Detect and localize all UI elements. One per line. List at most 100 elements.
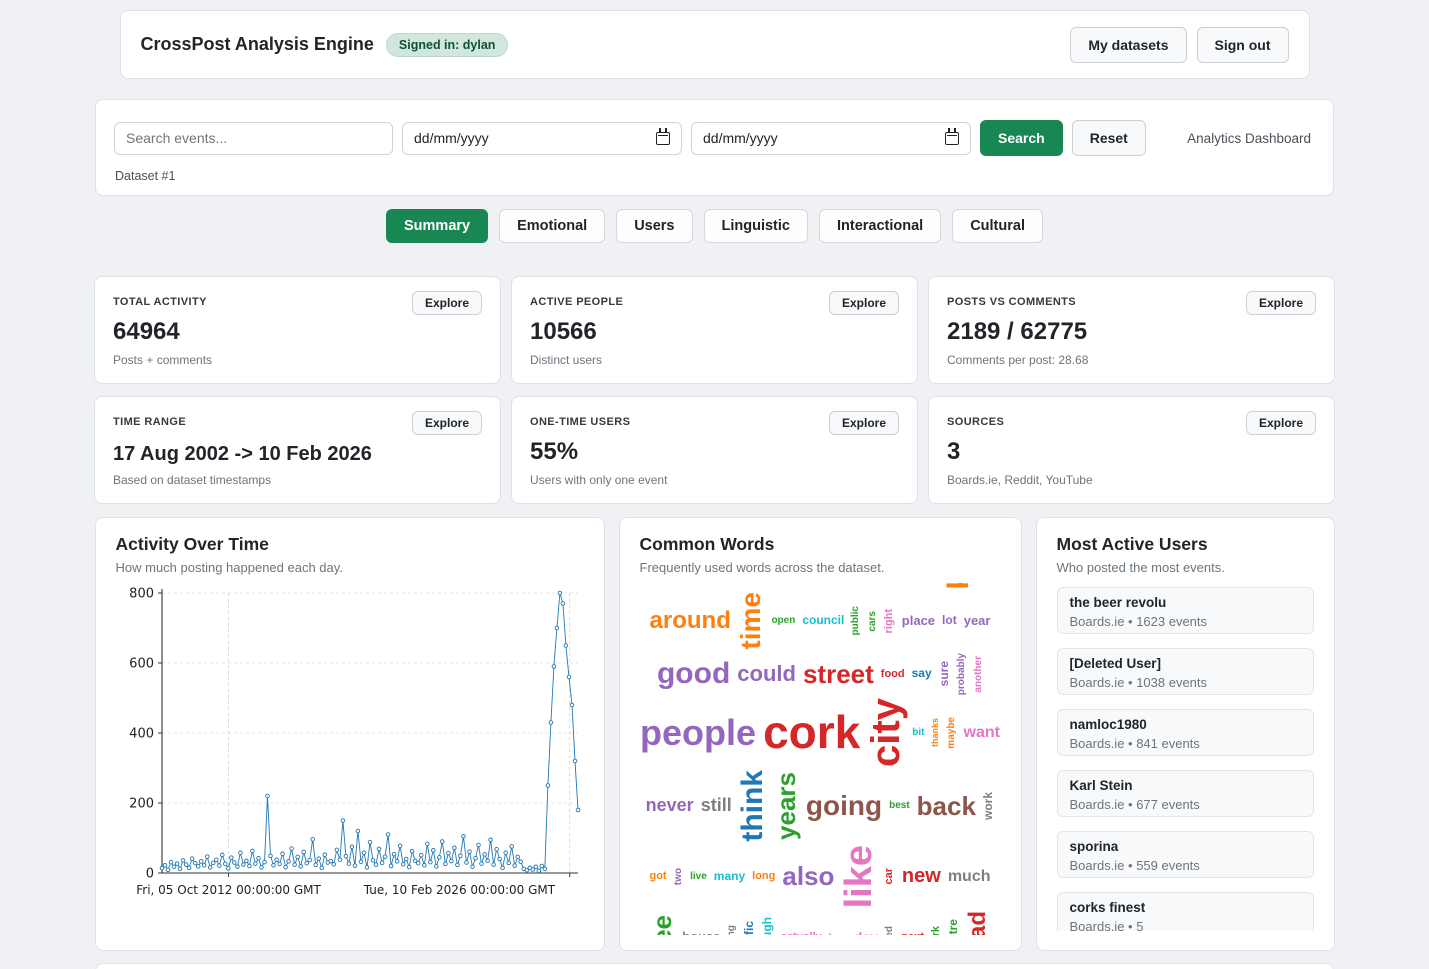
cloud-word: car	[884, 868, 894, 885]
calendar-icon[interactable]	[945, 132, 959, 145]
tab-summary[interactable]: Summary	[386, 209, 488, 243]
cloud-word: want	[964, 725, 1000, 740]
stat-subtitle: Based on dataset timestamps	[113, 473, 482, 487]
user-list-item[interactable]: the beer revoluBoards.ie • 1623 events	[1057, 587, 1314, 634]
tab-users[interactable]: Users	[616, 209, 692, 243]
date-from-input[interactable]: dd/mm/yyyy	[402, 122, 682, 155]
explore-button[interactable]: Explore	[412, 291, 482, 315]
stat-value: 64964	[113, 318, 482, 346]
stat-card-sources: SOURCESExplore3Boards.ie, Reddit, YouTub…	[928, 396, 1335, 504]
explore-button[interactable]: Explore	[1246, 411, 1316, 435]
cloud-word: many	[714, 871, 745, 882]
svg-text:800: 800	[129, 587, 154, 602]
user-name: sporina	[1070, 839, 1301, 855]
filter-row: dd/mm/yyyy dd/mm/yyyy Search Reset Analy…	[114, 120, 1315, 156]
tab-cultural[interactable]: Cultural	[952, 209, 1043, 243]
cloud-word: city	[867, 698, 905, 767]
user-meta: Boards.ie • 1038 events	[1070, 675, 1301, 690]
user-name: [Deleted User]	[1070, 656, 1301, 672]
sign-out-button[interactable]: Sign out	[1197, 27, 1289, 63]
cloud-word: live	[690, 872, 707, 882]
app-header-left: CrossPost Analysis Engine Signed in: dyl…	[141, 33, 509, 57]
word-cloud: somethingtimesgettingdublintakealwaysbig…	[640, 583, 1001, 935]
stat-card-total-activity: TOTAL ACTIVITYExplore64964Posts + commen…	[94, 276, 501, 384]
cloud-word: cars	[868, 611, 878, 632]
cloud-word: still	[701, 797, 732, 814]
activity-line-chart: 0200400600800Fri, 05 Oct 2012 00:00:00 G…	[116, 581, 586, 913]
my-datasets-button[interactable]: My datasets	[1070, 27, 1186, 63]
tab-linguistic[interactable]: Linguistic	[704, 209, 808, 243]
tab-bar: Summary Emotional Users Linguistic Interacti…	[0, 209, 1429, 243]
words-panel-subtitle: Frequently used words across the dataset…	[640, 560, 1001, 575]
cloud-word: year	[964, 615, 991, 627]
stat-label: TIME RANGE	[113, 411, 186, 428]
most-active-users-panel: Most Active Users Who posted the most ev…	[1036, 517, 1335, 951]
user-list-item[interactable]: namloc1980Boards.ie • 841 events	[1057, 709, 1314, 756]
analytics-dashboard-label: Analytics Dashboard	[1187, 131, 1315, 146]
svg-text:Fri, 05 Oct 2012 00:00:00 GMT: Fri, 05 Oct 2012 00:00:00 GMT	[136, 883, 321, 897]
cloud-word: day	[854, 931, 878, 935]
cloud-word: sure	[939, 661, 950, 686]
search-input[interactable]	[114, 122, 393, 155]
stat-value: 17 Aug 2002 -> 10 Feb 2026	[113, 443, 482, 466]
cloud-word: another	[974, 656, 984, 693]
cloud-word: place	[902, 615, 935, 627]
cloud-word: council	[802, 615, 844, 626]
cloud-word: thanks	[931, 718, 940, 747]
user-name: the beer revolu	[1070, 595, 1301, 611]
user-meta: Boards.ie • 5	[1070, 919, 1301, 931]
user-meta: Boards.ie • 559 events	[1070, 858, 1301, 873]
cloud-word: right	[884, 609, 894, 633]
date-to-input[interactable]: dd/mm/yyyy	[691, 122, 971, 155]
cloud-word: cork	[763, 711, 860, 755]
explore-button[interactable]: Explore	[1246, 291, 1316, 315]
tab-interactional[interactable]: Interactional	[819, 209, 941, 243]
cloud-word: street	[803, 662, 874, 687]
cloud-word: food	[881, 669, 905, 679]
user-meta: Boards.ie • 677 events	[1070, 797, 1301, 812]
app-header-right: My datasets Sign out	[1070, 27, 1288, 63]
cloud-word: good	[657, 660, 730, 689]
stat-card-posts-vs-comments: POSTS VS COMMENTSExplore2189 / 62775Comm…	[928, 276, 1335, 384]
stat-label: POSTS VS COMMENTS	[947, 291, 1076, 308]
explore-button[interactable]: Explore	[829, 291, 899, 315]
cloud-word: going	[806, 793, 882, 820]
user-list-item[interactable]: sporina Boards.ie • 559 events	[1057, 831, 1314, 878]
calendar-icon[interactable]	[656, 132, 670, 145]
cloud-word: best	[889, 801, 910, 811]
svg-text:400: 400	[129, 727, 154, 742]
tab-emotional[interactable]: Emotional	[499, 209, 605, 243]
cloud-word: new	[902, 867, 941, 886]
activity-over-time-panel: Activity Over Time How much posting happ…	[95, 517, 605, 951]
cloud-word: back	[917, 794, 976, 819]
explore-button[interactable]: Explore	[412, 411, 482, 435]
cloud-word: thing	[727, 925, 737, 935]
cloud-word: say	[912, 668, 932, 679]
cloud-word: lot	[942, 615, 957, 626]
cloud-word: like	[841, 845, 877, 908]
cloud-word: think	[739, 770, 768, 842]
cloud-word: got	[649, 871, 666, 881]
user-list-item[interactable]: Karl SteinBoards.ie • 677 events	[1057, 770, 1314, 817]
stat-value: 3	[947, 438, 1316, 466]
user-list-item[interactable]: corks finest Boards.ie • 5	[1057, 892, 1314, 931]
cloud-word: also	[782, 864, 834, 889]
stat-label: ACTIVE PEOPLE	[530, 291, 623, 308]
cloud-word: much	[948, 869, 991, 884]
stat-card-active-people: ACTIVE PEOPLEExplore10566Distinct users	[511, 276, 918, 384]
stat-subtitle: Users with only one event	[530, 473, 899, 487]
stat-label: SOURCES	[947, 411, 1004, 428]
app-title: CrossPost Analysis Engine	[141, 34, 374, 55]
cloud-word: house	[682, 931, 720, 935]
svg-text:200: 200	[129, 797, 154, 812]
user-list-item[interactable]: [Deleted User] Boards.ie • 1038 events	[1057, 648, 1314, 695]
reset-button[interactable]: Reset	[1072, 120, 1146, 156]
explore-button[interactable]: Explore	[829, 411, 899, 435]
search-button[interactable]: Search	[980, 120, 1063, 156]
user-name: corks finest	[1070, 900, 1301, 916]
cloud-word: though	[762, 917, 773, 935]
words-panel-title: Common Words	[640, 534, 1001, 555]
cloud-word: work	[983, 792, 994, 820]
stat-subtitle: Distinct users	[530, 353, 899, 367]
cloud-word: park	[931, 926, 941, 935]
